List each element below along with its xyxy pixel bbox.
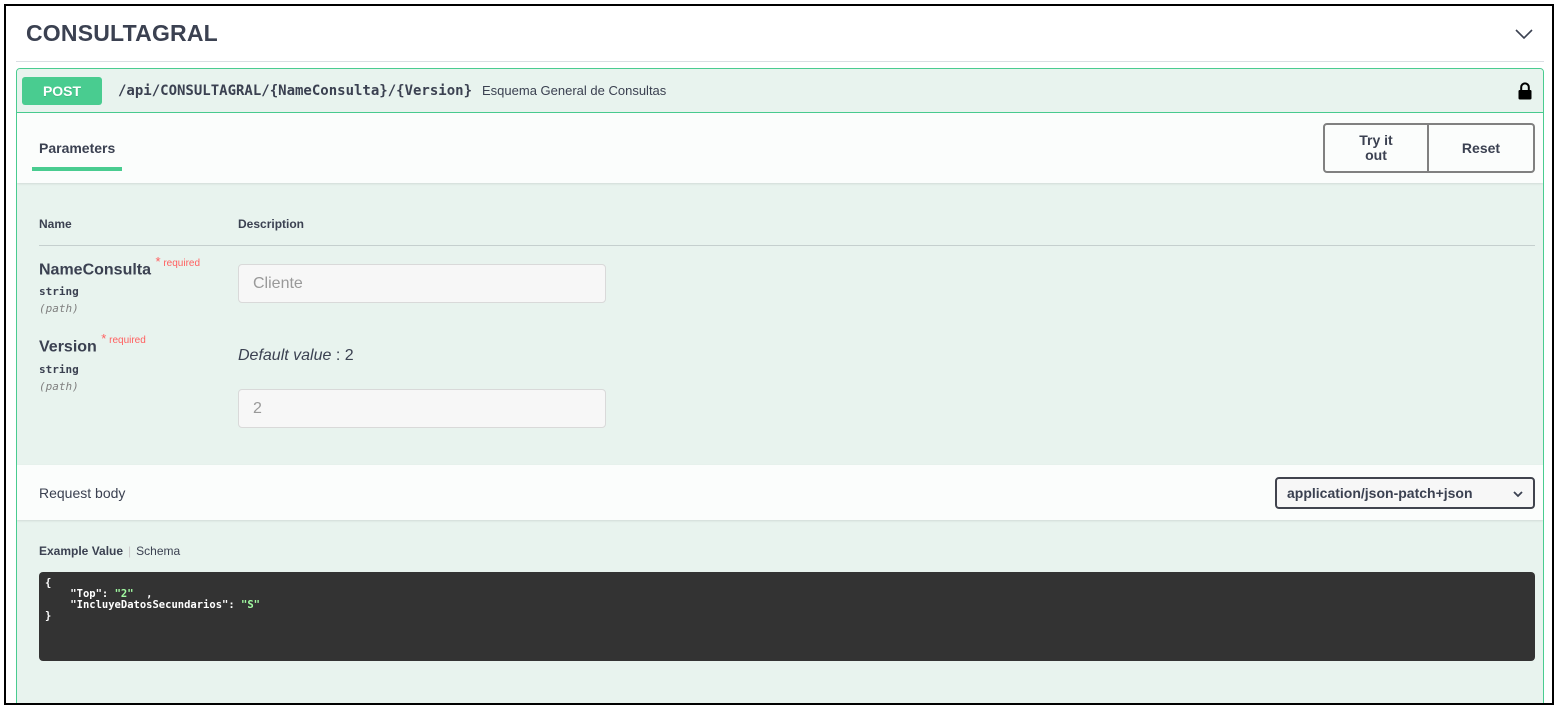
- json-key: "IncluyeDatosSecundarios": [70, 599, 229, 611]
- method-badge: POST: [22, 76, 102, 105]
- operation-block: POST /api/CONSULTAGRAL/{NameConsulta}/{V…: [16, 68, 1544, 703]
- parameters-table-header: Name Description: [39, 203, 1535, 246]
- column-header-name: Name: [39, 217, 72, 231]
- operation-summary[interactable]: POST /api/CONSULTAGRAL/{NameConsulta}/{V…: [17, 69, 1543, 113]
- operation-description: Esquema General de Consultas: [482, 83, 667, 98]
- parameters-header: Parameters Try it out Reset: [17, 113, 1543, 183]
- json-string: "S": [241, 599, 260, 611]
- parameter-location: (path): [39, 379, 79, 393]
- parameter-type: string: [39, 362, 79, 376]
- column-header-description: Description: [238, 217, 305, 231]
- parameter-row-nameconsulta: NameConsulta * required string (path) Cl…: [39, 246, 1535, 315]
- tab-separator: |: [128, 544, 132, 558]
- code-line: }: [45, 610, 52, 622]
- version-input[interactable]: 2: [238, 389, 606, 429]
- request-body-header: Request body application/json-patch+json: [17, 465, 1543, 520]
- parameter-name-cell: Version * required string (path): [39, 315, 238, 428]
- parameters-table: Name Description NameConsulta * required…: [17, 183, 1543, 465]
- required-label: required: [163, 258, 201, 269]
- example-tabs: Example Value | Schema: [39, 544, 1535, 558]
- parameter-location: (path): [39, 302, 79, 316]
- default-value-label: Default value: [238, 347, 332, 365]
- default-value: : 2: [335, 347, 354, 365]
- request-body-title: Request body: [39, 484, 126, 501]
- chevron-down-icon[interactable]: [1504, 14, 1544, 54]
- tag-title: CONSULTAGRAL: [26, 20, 218, 46]
- try-it-out-button[interactable]: Try it out: [1323, 123, 1429, 173]
- chevron-down-icon: [1513, 485, 1523, 501]
- reset-button[interactable]: Reset: [1429, 123, 1535, 173]
- parameter-row-version: Version * required string (path) Default…: [39, 315, 1535, 429]
- required-marker: * required: [101, 331, 146, 347]
- action-buttons: Try it out Reset: [1323, 123, 1535, 173]
- default-value-note: Default value : 2: [238, 347, 606, 365]
- parameter-type: string: [39, 285, 79, 299]
- content-type-select[interactable]: application/json-patch+json: [1275, 476, 1535, 509]
- code-line: "Top": "2" ,: [70, 588, 153, 600]
- nameconsulta-input[interactable]: Cliente: [238, 264, 606, 303]
- parameter-name: NameConsulta: [39, 261, 152, 279]
- code-line: "IncluyeDatosSecundarios": "S": [70, 599, 260, 611]
- tab-parameters[interactable]: Parameters: [32, 113, 123, 183]
- code-line: {: [45, 577, 52, 589]
- request-body-content: Example Value | Schema { "Top": "2" , "I…: [17, 520, 1543, 661]
- content-type-value: application/json-patch+json: [1287, 484, 1473, 501]
- required-marker: * required: [155, 254, 201, 269]
- lock-icon[interactable]: [1515, 80, 1535, 102]
- parameter-description-cell: Default value : 2 2: [238, 315, 606, 429]
- parameter-description-cell: Cliente: [238, 246, 606, 315]
- tag-section-header[interactable]: CONSULTAGRAL: [16, 6, 1544, 62]
- example-json-code: { "Top": "2" , "IncluyeDatosSecundarios"…: [39, 572, 1535, 661]
- parameter-name: Version: [39, 338, 97, 356]
- required-label: required: [109, 335, 146, 347]
- parameter-name-cell: NameConsulta * required string (path): [39, 246, 238, 315]
- operation-path: /api/CONSULTAGRAL/{NameConsulta}/{Versio…: [118, 82, 473, 99]
- tab-example-value[interactable]: Example Value: [39, 544, 123, 558]
- swagger-frame: CONSULTAGRAL POST /api/CONSULTAGRAL/{Nam…: [4, 4, 1554, 705]
- tab-schema[interactable]: Schema: [136, 544, 180, 558]
